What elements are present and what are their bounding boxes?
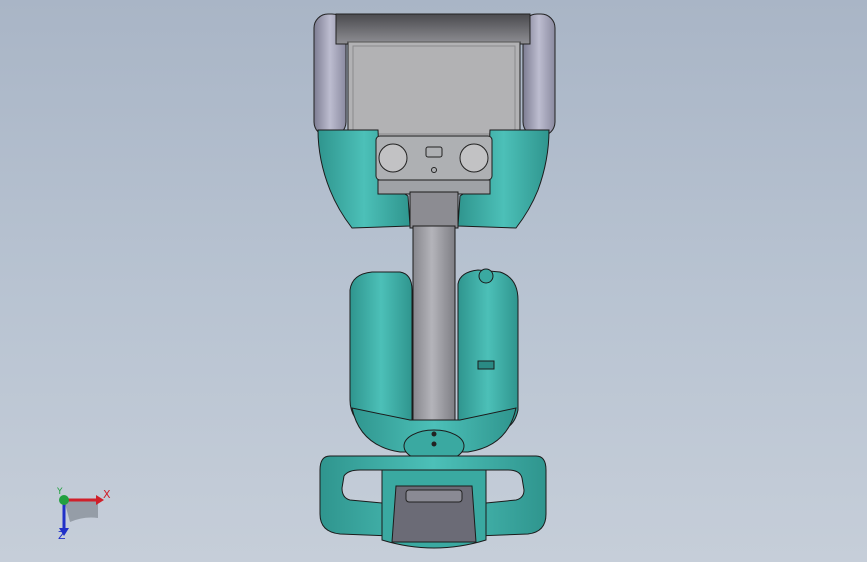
z-axis-label: Z — [58, 529, 66, 542]
tray-back-wall — [335, 13, 531, 45]
handle-assembly[interactable] — [319, 455, 547, 549]
left-knob — [378, 143, 408, 173]
3d-viewport[interactable]: X Y Z — [0, 0, 867, 562]
cad-model[interactable] — [0, 0, 867, 562]
pole-shaft — [412, 225, 456, 447]
side-slot — [477, 360, 495, 370]
steering-pole[interactable] — [409, 191, 459, 447]
right-knob — [459, 143, 489, 173]
top-connector — [478, 268, 494, 284]
y-axis-label: Y — [57, 487, 63, 497]
right-tiller-body — [457, 269, 519, 433]
tray-floor — [347, 41, 521, 139]
x-axis-label: X — [103, 488, 111, 501]
coordinate-triad-icon — [59, 495, 104, 536]
left-tiller-body — [349, 271, 413, 431]
upper-base-assembly[interactable] — [313, 13, 556, 139]
